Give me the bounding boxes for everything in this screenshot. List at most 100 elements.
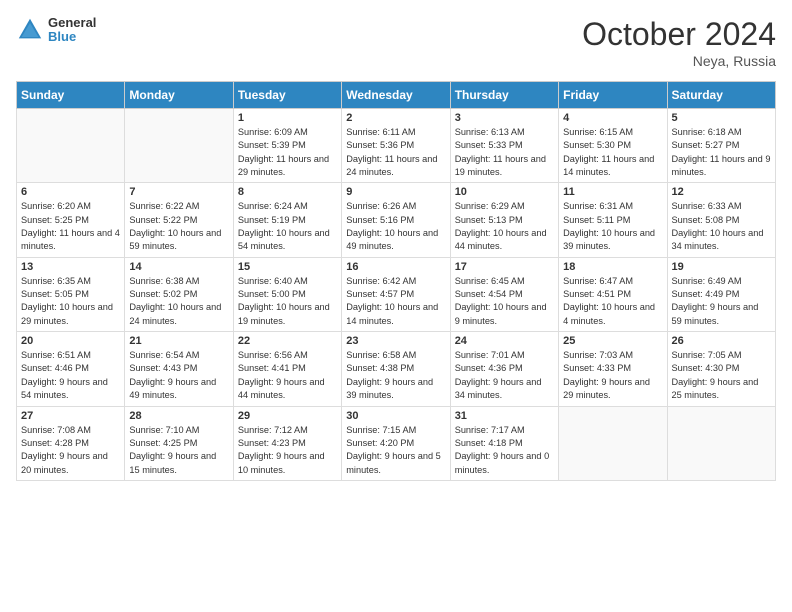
day-number: 14 xyxy=(129,261,228,273)
day-of-week-header: Friday xyxy=(559,82,667,109)
calendar-day-cell xyxy=(125,109,233,183)
calendar-week-row: 20 Sunrise: 6:51 AM Sunset: 4:46 PM Dayli… xyxy=(17,332,776,406)
calendar-day-cell: 25Sunrise: 7:03 AM Sunset: 4:33 PM Dayli… xyxy=(559,332,667,406)
logo: General Blue xyxy=(16,16,96,45)
day-number: 5 xyxy=(672,112,771,124)
day-number: 3 xyxy=(455,112,554,124)
calendar-day-cell: 11Sunrise: 6:31 AM Sunset: 5:11 PM Dayli… xyxy=(559,183,667,257)
day-info: Sunrise: 6:15 AM Sunset: 5:30 PM Dayligh… xyxy=(563,126,662,179)
day-number: 9 xyxy=(346,186,445,198)
day-info: Sunrise: 6:51 AM Sunset: 4:46 PM Dayligh… xyxy=(21,349,120,402)
month-title: October 2024 xyxy=(582,16,776,53)
day-number: 1 xyxy=(238,112,337,124)
day-info: Sunrise: 7:17 AM Sunset: 4:18 PM Dayligh… xyxy=(455,424,554,477)
day-number: 21 xyxy=(129,335,228,347)
calendar-table: SundayMondayTuesdayWednesdayThursdayFrid… xyxy=(16,81,776,481)
day-info: Sunrise: 7:15 AM Sunset: 4:20 PM Dayligh… xyxy=(346,424,445,477)
day-info: Sunrise: 7:01 AM Sunset: 4:36 PM Dayligh… xyxy=(455,349,554,402)
calendar-day-cell xyxy=(559,406,667,480)
calendar-day-cell: 5 Sunrise: 6:18 AM Sunset: 5:27 PM Daylig… xyxy=(667,109,775,183)
day-of-week-header: Tuesday xyxy=(233,82,341,109)
calendar-day-cell: 2 Sunrise: 6:11 AM Sunset: 5:36 PM Daylig… xyxy=(342,109,450,183)
calendar-day-cell: 15 Sunrise: 6:40 AM Sunset: 5:00 PM Dayli… xyxy=(233,257,341,331)
day-info: Sunrise: 6:56 AM Sunset: 4:41 PM Dayligh… xyxy=(238,349,337,402)
day-info: Sunrise: 6:11 AM Sunset: 5:36 PM Dayligh… xyxy=(346,126,445,179)
day-info: Sunrise: 6:40 AM Sunset: 5:00 PM Dayligh… xyxy=(238,275,337,328)
day-of-week-header: Monday xyxy=(125,82,233,109)
day-number: 29 xyxy=(238,410,337,422)
day-number: 12 xyxy=(672,186,771,198)
calendar-day-cell: 4 Sunrise: 6:15 AM Sunset: 5:30 PM Daylig… xyxy=(559,109,667,183)
day-info: Sunrise: 6:20 AM Sunset: 5:25 PM Dayligh… xyxy=(21,200,120,253)
calendar-day-cell: 8 Sunrise: 6:24 AM Sunset: 5:19 PM Daylig… xyxy=(233,183,341,257)
calendar-day-cell: 7 Sunrise: 6:22 AM Sunset: 5:22 PM Daylig… xyxy=(125,183,233,257)
day-number: 2 xyxy=(346,112,445,124)
day-info: Sunrise: 6:33 AM Sunset: 5:08 PM Dayligh… xyxy=(672,200,771,253)
day-number: 26 xyxy=(672,335,771,347)
calendar-day-cell: 9 Sunrise: 6:26 AM Sunset: 5:16 PM Daylig… xyxy=(342,183,450,257)
day-number: 24 xyxy=(455,335,554,347)
calendar-day-cell: 31 Sunrise: 7:17 AM Sunset: 4:18 PM Dayli… xyxy=(450,406,558,480)
calendar-header-row: SundayMondayTuesdayWednesdayThursdayFrid… xyxy=(17,82,776,109)
calendar-day-cell: 29 Sunrise: 7:12 AM Sunset: 4:23 PM Dayli… xyxy=(233,406,341,480)
day-number: 22 xyxy=(238,335,337,347)
day-number: 11 xyxy=(563,186,662,198)
calendar-week-row: 1 Sunrise: 6:09 AM Sunset: 5:39 PM Daylig… xyxy=(17,109,776,183)
day-of-week-header: Sunday xyxy=(17,82,125,109)
day-number: 28 xyxy=(129,410,228,422)
day-number: 15 xyxy=(238,261,337,273)
logo-line1: General xyxy=(48,16,96,30)
day-of-week-header: Thursday xyxy=(450,82,558,109)
day-info: Sunrise: 7:10 AM Sunset: 4:25 PM Dayligh… xyxy=(129,424,228,477)
day-info: Sunrise: 6:42 AM Sunset: 4:57 PM Dayligh… xyxy=(346,275,445,328)
day-info: Sunrise: 6:45 AM Sunset: 4:54 PM Dayligh… xyxy=(455,275,554,328)
calendar-day-cell: 27Sunrise: 7:08 AM Sunset: 4:28 PM Dayli… xyxy=(17,406,125,480)
calendar-day-cell: 16 Sunrise: 6:42 AM Sunset: 4:57 PM Dayli… xyxy=(342,257,450,331)
day-number: 6 xyxy=(21,186,120,198)
calendar-week-row: 6 Sunrise: 6:20 AM Sunset: 5:25 PM Daylig… xyxy=(17,183,776,257)
day-number: 23 xyxy=(346,335,445,347)
calendar-day-cell: 26 Sunrise: 7:05 AM Sunset: 4:30 PM Dayli… xyxy=(667,332,775,406)
day-number: 13 xyxy=(21,261,120,273)
day-number: 7 xyxy=(129,186,228,198)
calendar-week-row: 13 Sunrise: 6:35 AM Sunset: 5:05 PM Dayli… xyxy=(17,257,776,331)
calendar-day-cell: 24 Sunrise: 7:01 AM Sunset: 4:36 PM Dayli… xyxy=(450,332,558,406)
day-info: Sunrise: 6:24 AM Sunset: 5:19 PM Dayligh… xyxy=(238,200,337,253)
title-block: October 2024 Neya, Russia xyxy=(582,16,776,69)
calendar-day-cell: 28 Sunrise: 7:10 AM Sunset: 4:25 PM Dayli… xyxy=(125,406,233,480)
day-number: 31 xyxy=(455,410,554,422)
calendar-day-cell: 22 Sunrise: 6:56 AM Sunset: 4:41 PM Dayli… xyxy=(233,332,341,406)
day-info: Sunrise: 6:13 AM Sunset: 5:33 PM Dayligh… xyxy=(455,126,554,179)
day-info: Sunrise: 6:47 AM Sunset: 4:51 PM Dayligh… xyxy=(563,275,662,328)
calendar-day-cell: 30 Sunrise: 7:15 AM Sunset: 4:20 PM Dayli… xyxy=(342,406,450,480)
day-number: 10 xyxy=(455,186,554,198)
day-info: Sunrise: 6:09 AM Sunset: 5:39 PM Dayligh… xyxy=(238,126,337,179)
day-number: 8 xyxy=(238,186,337,198)
calendar-week-row: 27Sunrise: 7:08 AM Sunset: 4:28 PM Dayli… xyxy=(17,406,776,480)
location: Neya, Russia xyxy=(582,53,776,69)
calendar-day-cell: 18Sunrise: 6:47 AM Sunset: 4:51 PM Dayli… xyxy=(559,257,667,331)
logo-icon xyxy=(16,16,44,44)
calendar-day-cell xyxy=(17,109,125,183)
calendar-day-cell: 21 Sunrise: 6:54 AM Sunset: 4:43 PM Dayli… xyxy=(125,332,233,406)
day-info: Sunrise: 6:26 AM Sunset: 5:16 PM Dayligh… xyxy=(346,200,445,253)
day-number: 4 xyxy=(563,112,662,124)
calendar-day-cell: 3 Sunrise: 6:13 AM Sunset: 5:33 PM Daylig… xyxy=(450,109,558,183)
day-info: Sunrise: 6:54 AM Sunset: 4:43 PM Dayligh… xyxy=(129,349,228,402)
calendar-day-cell: 10Sunrise: 6:29 AM Sunset: 5:13 PM Dayli… xyxy=(450,183,558,257)
calendar-day-cell: 14 Sunrise: 6:38 AM Sunset: 5:02 PM Dayli… xyxy=(125,257,233,331)
day-number: 16 xyxy=(346,261,445,273)
logo-line2: Blue xyxy=(48,30,96,44)
day-info: Sunrise: 6:35 AM Sunset: 5:05 PM Dayligh… xyxy=(21,275,120,328)
day-number: 30 xyxy=(346,410,445,422)
day-number: 25 xyxy=(563,335,662,347)
day-info: Sunrise: 7:05 AM Sunset: 4:30 PM Dayligh… xyxy=(672,349,771,402)
day-info: Sunrise: 6:22 AM Sunset: 5:22 PM Dayligh… xyxy=(129,200,228,253)
day-info: Sunrise: 6:38 AM Sunset: 5:02 PM Dayligh… xyxy=(129,275,228,328)
day-info: Sunrise: 6:58 AM Sunset: 4:38 PM Dayligh… xyxy=(346,349,445,402)
day-info: Sunrise: 6:18 AM Sunset: 5:27 PM Dayligh… xyxy=(672,126,771,179)
calendar-day-cell: 17Sunrise: 6:45 AM Sunset: 4:54 PM Dayli… xyxy=(450,257,558,331)
day-info: Sunrise: 7:12 AM Sunset: 4:23 PM Dayligh… xyxy=(238,424,337,477)
day-number: 20 xyxy=(21,335,120,347)
day-of-week-header: Saturday xyxy=(667,82,775,109)
